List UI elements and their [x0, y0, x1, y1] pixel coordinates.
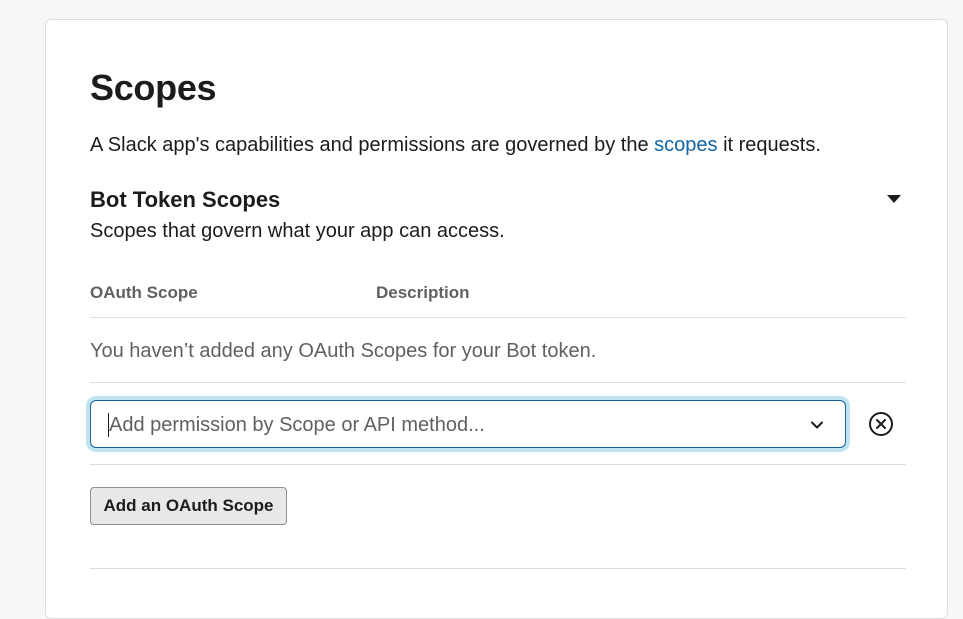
intro-text-after: it requests. — [717, 134, 821, 156]
close-circle-icon[interactable] — [868, 411, 894, 437]
bot-token-scopes-description: Scopes that govern what your app can acc… — [90, 220, 505, 242]
scopes-link[interactable]: scopes — [654, 134, 717, 156]
scope-search-select[interactable]: Add permission by Scope or API method... — [90, 400, 846, 448]
section-bottom-divider — [90, 568, 906, 569]
intro-text-before: A Slack app's capabilities and permissio… — [90, 134, 655, 156]
page-title: Scopes — [90, 67, 217, 108]
select-row-divider — [90, 464, 906, 465]
empty-scopes-message: You haven’t added any OAuth Scopes for y… — [90, 340, 597, 362]
column-header-oauth-scope: OAuth Scope — [90, 283, 198, 302]
scope-select-placeholder: Add permission by Scope or API method... — [109, 414, 485, 436]
caret-down-icon[interactable] — [886, 192, 902, 206]
column-header-description: Description — [376, 283, 470, 302]
add-oauth-scope-button[interactable]: Add an OAuth Scope — [90, 487, 287, 525]
bot-token-scopes-heading: Bot Token Scopes — [90, 187, 281, 212]
scopes-card: Scopes A Slack app's capabilities and pe… — [45, 19, 948, 619]
table-header-divider — [90, 317, 906, 318]
scopes-intro: A Slack app's capabilities and permissio… — [90, 132, 821, 158]
chevron-down-icon[interactable] — [809, 417, 825, 433]
empty-row-divider — [90, 382, 906, 383]
